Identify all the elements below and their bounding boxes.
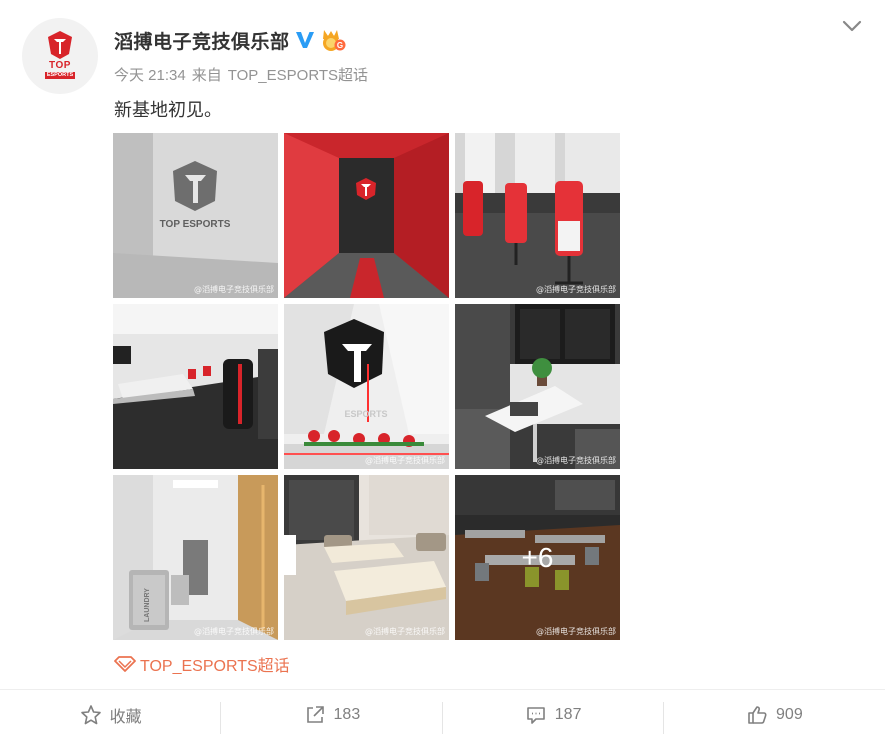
image-tile-lobby-logo-wall[interactable]: TOP ESPORTS @滔搏电子竞技俱乐部 — [113, 133, 278, 298]
image-tile-red-corridor[interactable] — [284, 133, 449, 298]
bedroom-image — [284, 475, 449, 640]
weibo-post-card: TOP ESPORTS 滔搏电子竞技俱乐部 G 今天 21:34 来自 TOP_ES… — [0, 0, 885, 739]
image-tile-meeting-nook[interactable]: @滔搏电子竞技俱乐部 — [455, 304, 620, 469]
topic-label: TOP_ESPORTS超话 — [140, 658, 290, 675]
like-button[interactable]: 909 — [664, 690, 885, 739]
image-tile-laundry-hallway[interactable]: LAUNDRY @滔搏电子竞技俱乐部 — [113, 475, 278, 640]
image-watermark: @滔搏电子竞技俱乐部 — [365, 627, 445, 636]
reception-area-image — [113, 304, 278, 469]
image-tile-cafeteria[interactable]: +6 @滔搏电子竞技俱乐部 — [455, 475, 620, 640]
image-tile-reception-area[interactable] — [113, 304, 278, 469]
image-grid: TOP ESPORTS @滔搏电子竞技俱乐部 @滔搏电子竞技俱乐部 ESPORT… — [113, 133, 621, 641]
topic-link[interactable]: TOP_ESPORTS超话 — [114, 652, 290, 676]
image-tile-bedroom[interactable]: @滔搏电子竞技俱乐部 — [284, 475, 449, 640]
avatar-logo-sub: ESPORTS — [44, 71, 76, 79]
repost-count: 183 — [333, 705, 361, 723]
meeting-nook-image — [455, 304, 620, 469]
post-meta: 今天 21:34 来自 TOP_ESPORTS超话 — [114, 64, 374, 85]
laundry-bag-text: LAUNDRY — [144, 588, 151, 622]
favorite-label: 收藏 — [109, 708, 142, 726]
source-prefix: 来自 — [191, 67, 222, 84]
avatar[interactable]: TOP ESPORTS — [22, 18, 98, 94]
image-watermark: @滔搏电子竞技俱乐部 — [365, 456, 445, 465]
name-row: 滔搏电子竞技俱乐部 G — [114, 27, 346, 54]
more-images-count[interactable]: +6 — [455, 475, 620, 640]
action-bar: 收藏 183 187 909 — [0, 689, 885, 739]
red-corridor-image — [284, 133, 449, 298]
repost-button[interactable]: 183 — [221, 690, 443, 739]
star-icon — [80, 704, 101, 724]
svg-text:G: G — [336, 41, 342, 50]
account-name[interactable]: 滔搏电子竞技俱乐部 — [114, 27, 290, 54]
laundry-hallway-image: LAUNDRY — [113, 475, 278, 640]
super-topic-diamond-icon — [114, 656, 136, 672]
verified-v-icon[interactable] — [294, 29, 316, 51]
lobby-logo-wall-image: TOP ESPORTS — [113, 133, 278, 298]
repost-icon — [306, 705, 324, 723]
thumbs-up-icon — [748, 705, 767, 724]
comment-button[interactable]: 187 — [443, 690, 664, 739]
lobby-logo-text: TOP ESPORTS — [160, 219, 231, 230]
favorite-button[interactable]: 收藏 — [0, 690, 222, 739]
comment-icon — [526, 706, 545, 724]
gaming-chairs-room-image — [455, 133, 620, 298]
image-watermark: @滔搏电子竞技俱乐部 — [536, 627, 616, 636]
avatar-logo-top: TOP — [49, 59, 71, 71]
post-source[interactable]: TOP_ESPORTS超话 — [228, 67, 368, 84]
image-watermark: @滔搏电子竞技俱乐部 — [536, 285, 616, 294]
like-count: 909 — [776, 705, 803, 723]
image-watermark: @滔搏电子竞技俱乐部 — [194, 627, 274, 636]
entrance-logo-text: ESPORTS — [344, 409, 387, 419]
post-text: 新基地初见。 — [114, 100, 222, 120]
image-watermark: @滔搏电子竞技俱乐部 — [194, 285, 274, 294]
member-medal-icon[interactable]: G — [320, 28, 346, 52]
post-time[interactable]: 今天 21:34 — [114, 67, 186, 84]
image-tile-gaming-chairs-room[interactable]: @滔搏电子竞技俱乐部 — [455, 133, 620, 298]
comment-count: 187 — [554, 705, 582, 723]
chevron-down-icon[interactable] — [840, 16, 864, 36]
top-esports-shield-icon — [48, 30, 72, 59]
image-tile-logo-entrance-wall[interactable]: ESPORTS @滔搏电子竞技俱乐部 — [284, 304, 449, 469]
logo-entrance-wall-image: ESPORTS — [284, 304, 449, 469]
image-watermark: @滔搏电子竞技俱乐部 — [536, 456, 616, 465]
